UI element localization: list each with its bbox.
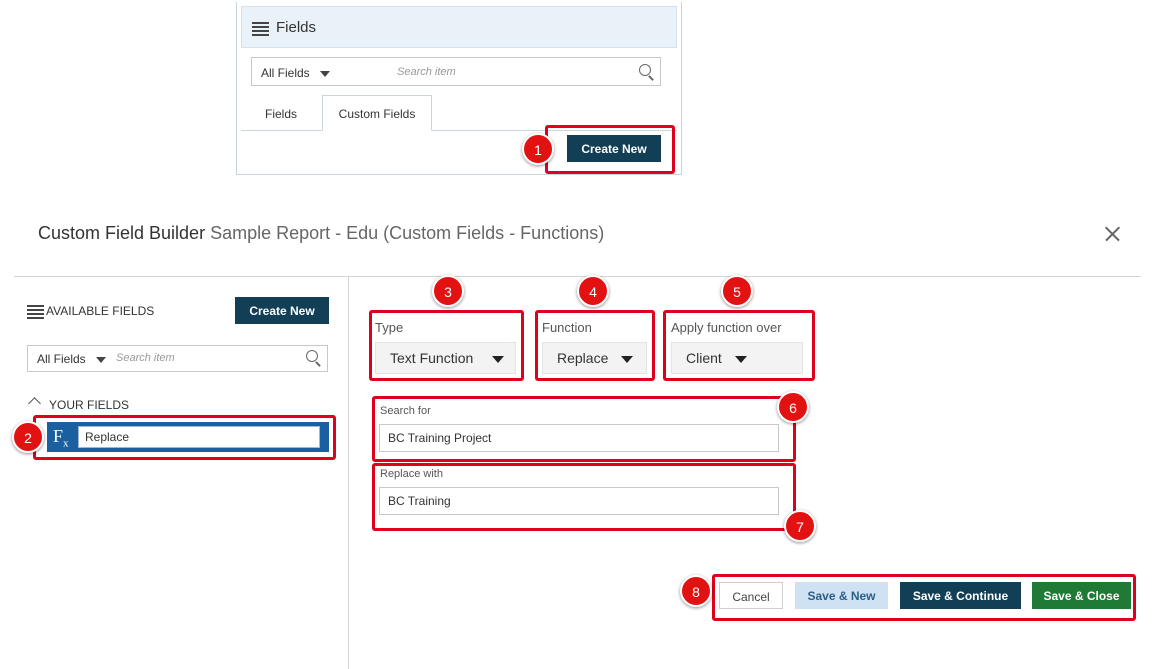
fields-search-bar: All Fields Search item [251, 57, 661, 86]
highlight-box-3 [369, 310, 524, 381]
dialog-subtitle: Sample Report - Edu (Custom Fields - Fun… [210, 223, 605, 243]
annotation-badge-2: 2 [12, 421, 44, 453]
create-new-button[interactable]: Create New [235, 297, 329, 324]
highlight-box-8 [712, 574, 1136, 621]
highlight-box-2 [33, 415, 336, 460]
caret-down-icon[interactable] [96, 357, 106, 363]
search-icon[interactable] [639, 64, 655, 81]
available-fields-search-input[interactable]: Search item [116, 352, 175, 364]
fields-panel-title: Fields [276, 19, 317, 36]
dialog-title: Custom Field Builder Sample Report - Edu… [38, 223, 604, 244]
tab-fields[interactable]: Fields [251, 98, 311, 130]
annotation-badge-3: 3 [432, 275, 464, 307]
available-fields-search-bar: All Fields Search item [27, 345, 328, 372]
list-icon [252, 22, 269, 36]
dialog-title-main: Custom Field Builder [38, 223, 206, 243]
highlight-box-1 [545, 125, 675, 174]
highlight-box-5 [663, 310, 815, 381]
available-fields-label: AVAILABLE FIELDS [46, 304, 155, 318]
dialog-header-divider [14, 276, 1141, 277]
all-fields-dropdown[interactable]: All Fields [261, 66, 310, 80]
annotation-badge-8: 8 [680, 575, 712, 607]
search-icon[interactable] [306, 350, 322, 367]
fields-panel-header: Fields [241, 6, 677, 48]
annotation-badge-1: 1 [522, 133, 554, 165]
annotation-badge-5: 5 [721, 275, 753, 307]
close-icon[interactable] [1103, 225, 1121, 243]
annotation-badge-7: 7 [784, 510, 816, 542]
tab-custom-fields[interactable]: Custom Fields [322, 95, 432, 131]
annotation-badge-6: 6 [777, 391, 809, 423]
all-fields-dropdown[interactable]: All Fields [37, 352, 86, 366]
highlight-box-7 [372, 463, 796, 531]
fields-search-input[interactable]: Search item [397, 66, 456, 78]
chevron-up-icon[interactable] [28, 397, 41, 410]
caret-down-icon[interactable] [320, 71, 330, 77]
highlight-box-4 [535, 310, 655, 381]
pane-divider [348, 276, 349, 669]
list-icon [27, 305, 44, 319]
your-fields-label[interactable]: YOUR FIELDS [49, 398, 129, 412]
highlight-box-6 [372, 396, 796, 462]
annotation-badge-4: 4 [577, 275, 609, 307]
